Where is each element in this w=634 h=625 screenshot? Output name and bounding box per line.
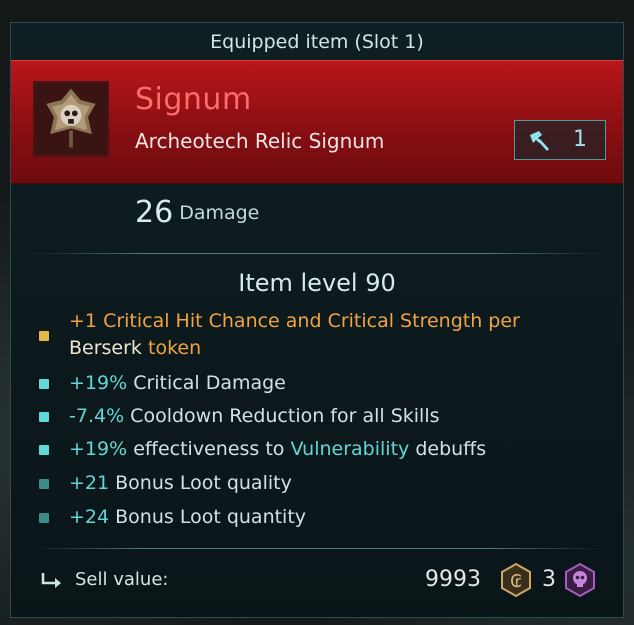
affix-bullet-icon <box>39 513 49 523</box>
affix-line: -7.4% Cooldown Reduction for all Skills <box>69 403 440 430</box>
affix-keyword: Berserk <box>69 337 142 359</box>
affix-row: +19% Critical Damage <box>39 370 599 397</box>
item-subtitle: Archeotech Relic Signum <box>135 129 385 153</box>
item-tooltip: Equipped item (Slot 1) Signum Archeotech… <box>10 22 624 618</box>
weapon-slot-badge: 1 <box>514 120 606 160</box>
affix-text: Bonus Loot quality <box>109 472 292 494</box>
weapon-slot-count: 1 <box>573 127 587 152</box>
affix-bullet-icon <box>39 379 49 389</box>
affix-bullet-icon <box>39 445 49 455</box>
affix-bullet-icon <box>39 479 49 489</box>
item-level: Item level 90 <box>238 269 396 297</box>
item-portrait-icon <box>33 81 109 157</box>
sell-arrow-icon <box>41 573 61 588</box>
svg-text:₢: ₢ <box>510 571 521 592</box>
affix-line: +19% effectiveness to Vulnerability debu… <box>69 436 486 463</box>
affix-text: Critical Hit Chance and Critical Strengt… <box>103 310 520 332</box>
affix-text-tail: debuffs <box>409 438 487 460</box>
affix-value: -7.4% <box>69 405 125 427</box>
item-name: Signum <box>135 82 252 117</box>
affix-value: +1 <box>69 310 104 332</box>
affix-row: +21 Bonus Loot quality <box>39 470 599 497</box>
affix-row: +19% effectiveness to Vulnerability debu… <box>39 436 599 463</box>
gold-amount: 9993 <box>425 567 481 592</box>
affix-line: +19% Critical Damage <box>69 370 286 397</box>
affix-value: +19% <box>69 372 128 394</box>
affix-line: +24 Bonus Loot quantity <box>69 504 306 531</box>
affix-value: +24 <box>69 506 110 528</box>
affix-value: +19% <box>69 438 128 460</box>
affix-line: +1 Critical Hit Chance and Critical Stre… <box>69 308 520 335</box>
affix-text: Bonus Loot quantity <box>109 506 307 528</box>
affix-keyword: Vulnerability <box>290 438 410 460</box>
tooltip-header-title: Equipped item (Slot 1) <box>210 31 424 53</box>
divider <box>31 253 603 254</box>
affix-text: Cooldown Reduction for all Skills <box>124 405 440 427</box>
divider <box>31 548 603 549</box>
hammer-icon <box>530 131 549 151</box>
affix-row: +24 Bonus Loot quantity <box>39 504 599 531</box>
affix-text: effectiveness to <box>127 438 291 460</box>
affix-row: -7.4% Cooldown Reduction for all Skills <box>39 403 599 430</box>
skull-token-icon <box>565 562 595 598</box>
sell-value-label: Sell value: <box>75 569 169 590</box>
item-banner: Signum Archeotech Relic Signum 1 <box>11 60 623 184</box>
affix-bullet-icon <box>39 331 49 341</box>
affix-row: +1 Critical Hit Chance and Critical Stre… <box>39 308 599 364</box>
affix-text: token <box>141 337 202 359</box>
skull-amount: 3 <box>542 567 556 592</box>
damage-label: Damage <box>179 202 260 224</box>
sell-value-row: Sell value: 9993 ₢ 3 <box>11 560 623 600</box>
affix-line: Berserk token <box>69 335 201 362</box>
damage-value: 26 <box>135 195 174 230</box>
affix-line: +21 Bonus Loot quality <box>69 470 292 497</box>
damage-stat: 26 Damage <box>135 193 259 233</box>
affix-text: Critical Damage <box>127 372 286 394</box>
affix-bullet-icon <box>39 412 49 422</box>
credits-coin-icon: ₢ <box>501 562 531 598</box>
affix-value: +21 <box>69 472 110 494</box>
